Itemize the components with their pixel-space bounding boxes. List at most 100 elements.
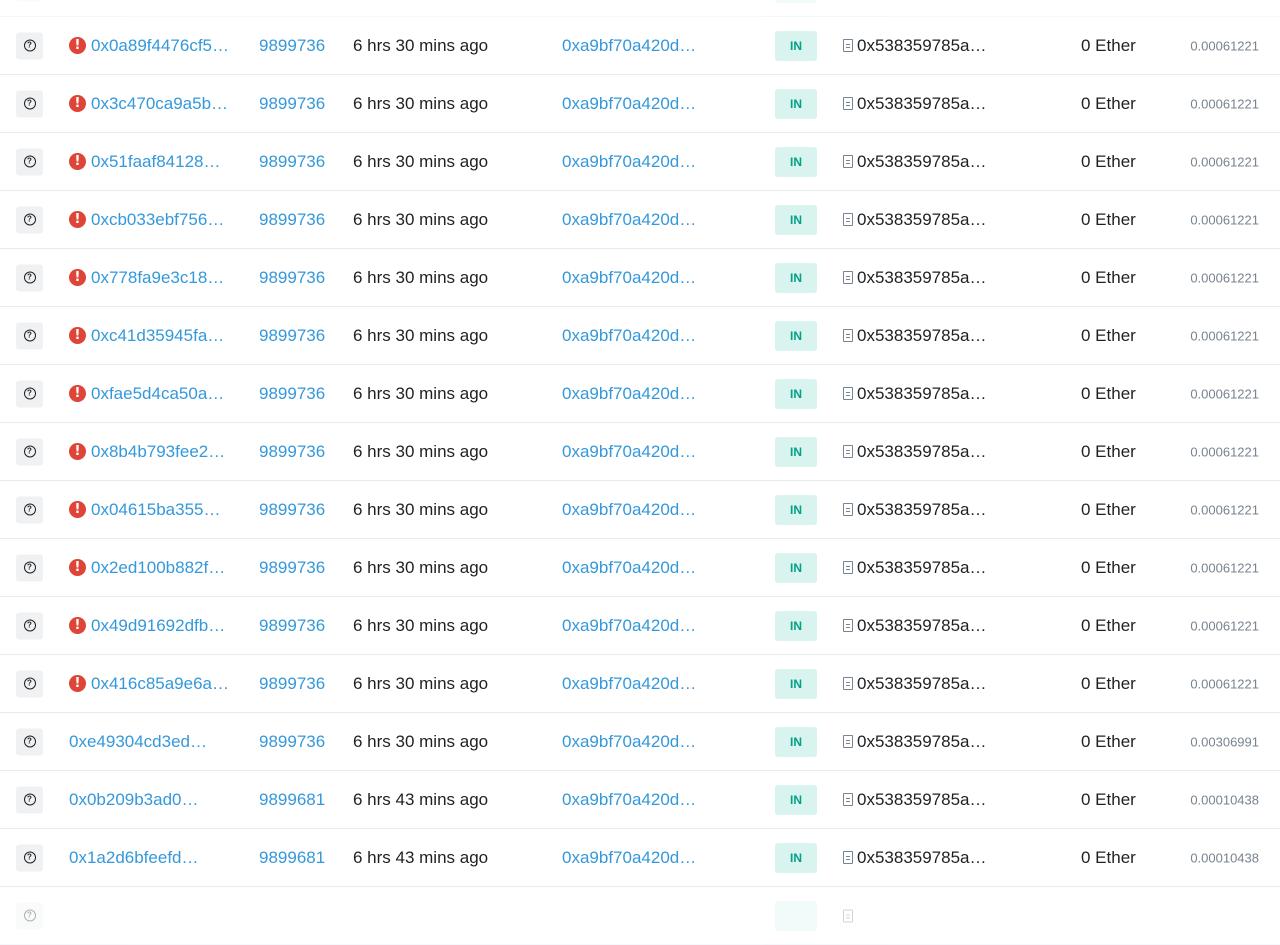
from-address-link[interactable]: 0xa9bf70a420d…: [562, 674, 696, 694]
transaction-details-button[interactable]: ?: [16, 380, 43, 407]
txn-hash-link[interactable]: 0xc41d35945fa…: [91, 326, 224, 346]
transaction-details-button[interactable]: ?: [16, 554, 43, 581]
direction-badge: IN: [775, 842, 817, 873]
exclamation-circle-icon: !: [69, 95, 86, 112]
txn-hash-cell: ! 0x49d91692dfb…: [69, 616, 225, 636]
txn-hash-link[interactable]: 0xfae5d4ca50a…: [91, 384, 224, 404]
from-address-link[interactable]: 0xa9bf70a420d…: [562, 848, 696, 868]
txn-hash-link[interactable]: 0x51faaf84128…: [91, 152, 221, 172]
exclamation-circle-icon: !: [69, 617, 86, 634]
exclamation-circle-icon: !: [69, 153, 86, 170]
txn-hash-link[interactable]: 0x49d91692dfb…: [91, 616, 225, 636]
transaction-details-button[interactable]: ?: [16, 496, 43, 523]
transaction-details-button[interactable]: ?: [16, 902, 43, 929]
to-address-text[interactable]: 0x538359785a…: [857, 558, 987, 578]
to-address-text[interactable]: 0x538359785a…: [857, 500, 987, 520]
to-address-text[interactable]: 0x538359785a…: [857, 268, 987, 288]
age-text: 6 hrs 30 mins ago: [353, 267, 489, 287]
to-address-cell: 0x538359785a…: [843, 94, 987, 114]
from-address-link[interactable]: 0xa9bf70a420d…: [562, 326, 696, 346]
block-link[interactable]: 9899736: [259, 616, 325, 636]
transaction-details-button[interactable]: ?: [16, 438, 43, 465]
txn-hash-link[interactable]: 0x3c470ca9a5b…: [91, 94, 228, 114]
transaction-details-button[interactable]: ?: [16, 728, 43, 755]
block-link[interactable]: 9899736: [259, 674, 325, 694]
block-link[interactable]: 9899736: [259, 36, 325, 56]
to-address-text[interactable]: 0x538359785a…: [857, 732, 987, 752]
block-link[interactable]: 9899736: [259, 94, 325, 114]
block-link[interactable]: 9899736: [259, 326, 325, 346]
block-link[interactable]: 9899736: [259, 442, 325, 462]
transaction-details-button[interactable]: ?: [16, 90, 43, 117]
to-address-cell: 0x538359785a…: [843, 210, 987, 230]
block-link[interactable]: 9899681: [259, 790, 325, 810]
block-link[interactable]: 9899736: [259, 500, 325, 520]
value-text: 0 Ether: [1081, 673, 1136, 693]
to-address-text[interactable]: 0x538359785a…: [857, 36, 987, 56]
txn-hash-link[interactable]: 0x2ed100b882f…: [91, 558, 225, 578]
txn-hash-link[interactable]: 0x0b209b3ad0…: [69, 790, 199, 810]
transaction-details-button[interactable]: ?: [16, 670, 43, 697]
from-address-link[interactable]: 0xa9bf70a420d…: [562, 94, 696, 114]
to-address-text[interactable]: 0x538359785a…: [857, 790, 987, 810]
to-address-text[interactable]: 0x538359785a…: [857, 616, 987, 636]
block-link[interactable]: 9899736: [259, 384, 325, 404]
table-row: ?: [0, 0, 1280, 17]
transaction-details-button[interactable]: ?: [16, 612, 43, 639]
from-address-link[interactable]: 0xa9bf70a420d…: [562, 210, 696, 230]
document-icon: [843, 735, 853, 748]
transaction-details-button[interactable]: ?: [16, 786, 43, 813]
value-text: 0 Ether: [1081, 847, 1136, 867]
txn-hash-cell: ! 0x778fa9e3c18…: [69, 268, 224, 288]
txn-hash-link[interactable]: 0x416c85a9e6a…: [91, 674, 229, 694]
to-address-text[interactable]: 0x538359785a…: [857, 326, 987, 346]
block-link[interactable]: 9899736: [259, 268, 325, 288]
to-address-text[interactable]: 0x538359785a…: [857, 384, 987, 404]
txn-hash-cell: ! 0x8b4b793fee2…: [69, 442, 225, 462]
block-link[interactable]: 9899736: [259, 210, 325, 230]
txn-hash-link[interactable]: 0x778fa9e3c18…: [91, 268, 224, 288]
from-address-link[interactable]: 0xa9bf70a420d…: [562, 36, 696, 56]
transaction-details-button[interactable]: ?: [16, 264, 43, 291]
to-address-text[interactable]: 0x538359785a…: [857, 152, 987, 172]
transaction-details-button[interactable]: ?: [16, 322, 43, 349]
transaction-details-button[interactable]: ?: [16, 206, 43, 233]
age-text: 6 hrs 30 mins ago: [353, 325, 489, 345]
txn-hash-link[interactable]: 0xcb033ebf756…: [91, 210, 224, 230]
from-address-link[interactable]: 0xa9bf70a420d…: [562, 152, 696, 172]
from-address-link[interactable]: 0xa9bf70a420d…: [562, 616, 696, 636]
from-address-link[interactable]: 0xa9bf70a420d…: [562, 442, 696, 462]
from-address-link[interactable]: 0xa9bf70a420d…: [562, 790, 696, 810]
txn-hash-cell: ! 0x416c85a9e6a…: [69, 674, 229, 694]
txn-hash-link[interactable]: 0x0a89f4476cf5…: [91, 36, 229, 56]
to-address-text[interactable]: 0x538359785a…: [857, 848, 987, 868]
to-address-text[interactable]: 0x538359785a…: [857, 94, 987, 114]
to-address-text[interactable]: 0x538359785a…: [857, 674, 987, 694]
txn-hash-cell: ! 0x2ed100b882f…: [69, 558, 225, 578]
value-text: 0 Ether: [1081, 557, 1136, 577]
block-link[interactable]: 9899736: [259, 152, 325, 172]
document-icon: [843, 329, 853, 342]
txn-hash-link[interactable]: 0x8b4b793fee2…: [91, 442, 225, 462]
question-circle-icon: ?: [23, 329, 36, 342]
block-link[interactable]: 9899681: [259, 848, 325, 868]
table-row: ? ! 0x49d91692dfb… 9899736 6 hrs 30 mins…: [0, 597, 1280, 655]
txn-hash-link[interactable]: 0xe49304cd3ed…: [69, 732, 207, 752]
txn-hash-link[interactable]: 0x04615ba355…: [91, 500, 221, 520]
from-address-link[interactable]: 0xa9bf70a420d…: [562, 558, 696, 578]
block-link[interactable]: 9899736: [259, 558, 325, 578]
from-address-link[interactable]: 0xa9bf70a420d…: [562, 732, 696, 752]
to-address-text[interactable]: 0x538359785a…: [857, 442, 987, 462]
from-address-link[interactable]: 0xa9bf70a420d…: [562, 268, 696, 288]
transaction-details-button[interactable]: ?: [16, 0, 43, 1]
transaction-details-button[interactable]: ?: [16, 844, 43, 871]
transaction-details-button[interactable]: ?: [16, 32, 43, 59]
from-address-link[interactable]: 0xa9bf70a420d…: [562, 384, 696, 404]
block-link[interactable]: 9899736: [259, 732, 325, 752]
txn-fee-text: 0.00061221: [1190, 502, 1259, 517]
from-address-link[interactable]: 0xa9bf70a420d…: [562, 500, 696, 520]
document-icon: [843, 271, 853, 284]
transaction-details-button[interactable]: ?: [16, 148, 43, 175]
txn-hash-link[interactable]: 0x1a2d6bfeefd…: [69, 848, 199, 868]
to-address-text[interactable]: 0x538359785a…: [857, 210, 987, 230]
